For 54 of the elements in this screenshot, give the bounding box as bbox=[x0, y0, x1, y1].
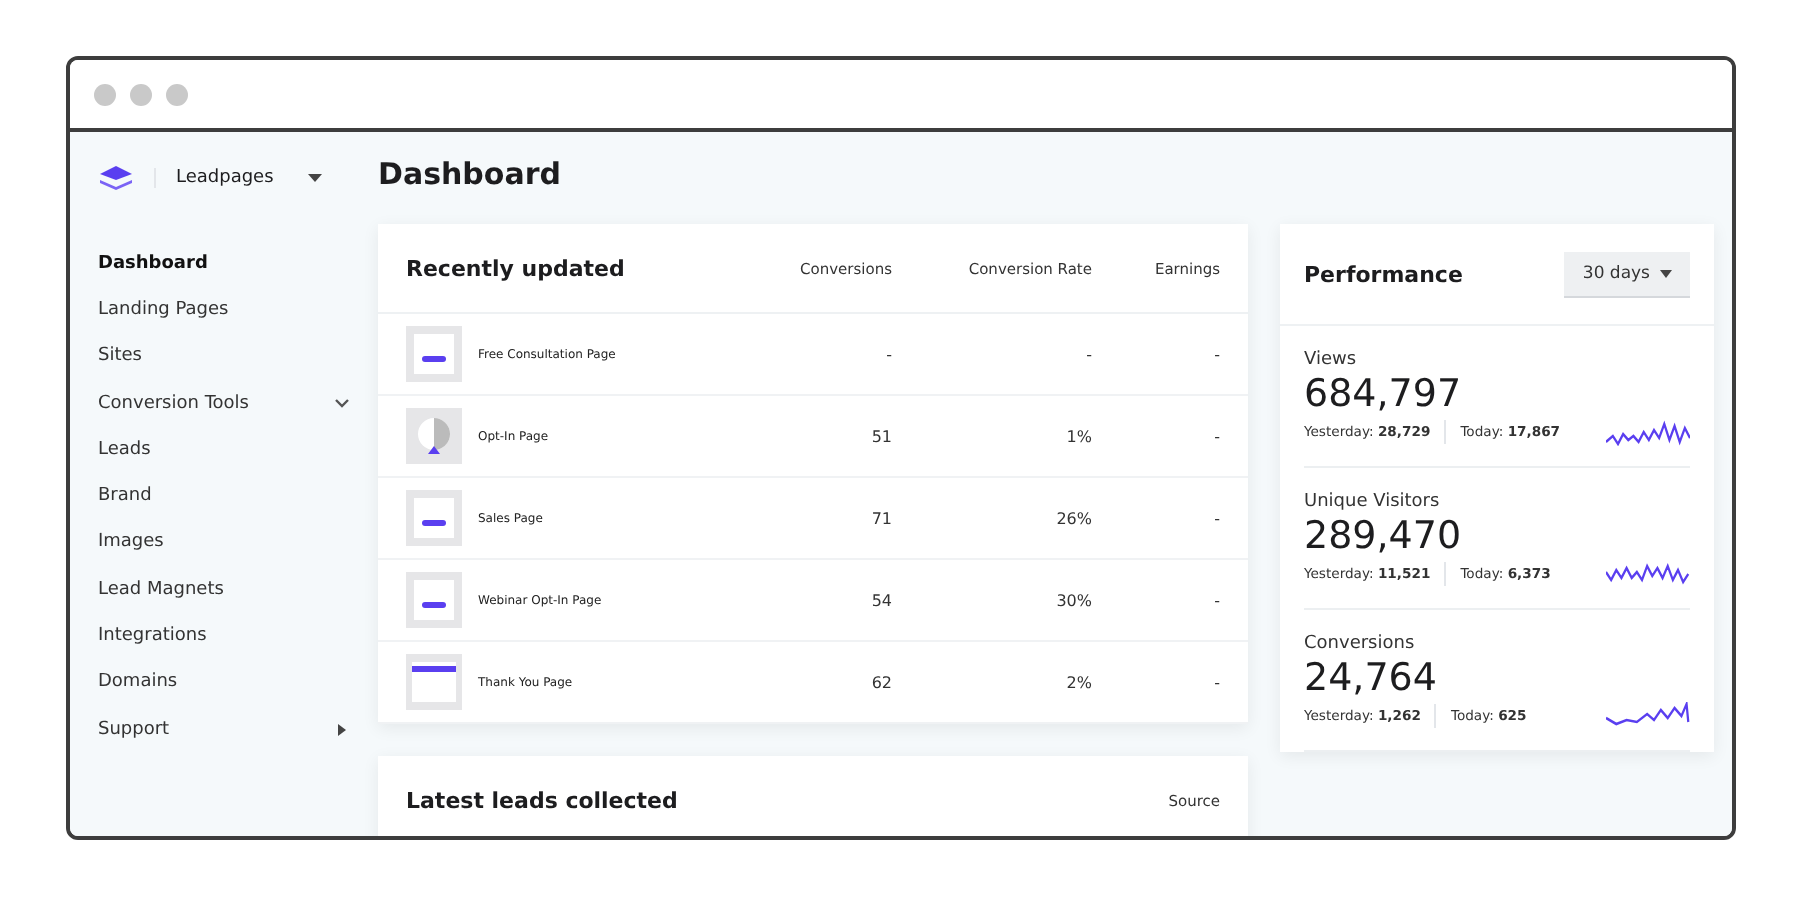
nav-item[interactable]: Conversion Tools bbox=[98, 379, 350, 427]
page-thumbnail-icon bbox=[414, 414, 454, 458]
card-title: Recently updated bbox=[406, 255, 627, 281]
table-cell-text: - bbox=[1212, 673, 1220, 691]
sparkline-drawing bbox=[1606, 702, 1690, 730]
table-cell-text: 51 bbox=[869, 427, 892, 445]
card-title: Latest leads collected bbox=[406, 787, 678, 813]
table-cell-text: 71 bbox=[869, 509, 892, 527]
nav-item[interactable]: Brand bbox=[98, 472, 350, 520]
page-thumbnail-icon bbox=[412, 662, 456, 702]
table-cell-text: 2% bbox=[1064, 673, 1092, 691]
nav-item[interactable]: Support bbox=[98, 705, 350, 753]
table-cell-text: - bbox=[1212, 427, 1220, 445]
nav-item[interactable]: Leads bbox=[98, 426, 350, 473]
caret-icon[interactable] bbox=[308, 174, 322, 182]
metric-value: 684,797 bbox=[1304, 370, 1464, 418]
page-thumbnail-icon bbox=[414, 334, 454, 374]
table-cell-text: - bbox=[1212, 591, 1220, 609]
page-thumbnail-icon bbox=[414, 498, 454, 538]
table-cell-text: - bbox=[1084, 345, 1092, 363]
metric-value: 289,470 bbox=[1304, 512, 1464, 560]
nav-item[interactable]: Landing Pages bbox=[98, 286, 350, 334]
chevron-down-icon bbox=[334, 398, 350, 409]
table-cell-text: - bbox=[1212, 509, 1220, 527]
window-dot bbox=[130, 83, 152, 105]
table-cell-text: 26% bbox=[1054, 509, 1092, 527]
table-cell-text: - bbox=[884, 345, 892, 363]
nav-item[interactable]: Integrations bbox=[98, 612, 350, 660]
card-title: Performance bbox=[1304, 261, 1463, 287]
nav-item[interactable]: Images bbox=[98, 519, 350, 567]
nav-item[interactable]: Dashboard bbox=[98, 240, 350, 287]
table-cell-text: 62 bbox=[869, 673, 892, 691]
metric-label: Conversions bbox=[1304, 634, 1417, 654]
workspace-name[interactable]: Leadpages bbox=[154, 168, 308, 188]
metric-value: 24,764 bbox=[1304, 654, 1439, 702]
page-thumbnail-icon bbox=[414, 580, 454, 620]
nav-item[interactable]: Domains bbox=[98, 659, 350, 706]
window-dot bbox=[94, 83, 116, 105]
table-cell-text: 30% bbox=[1054, 591, 1092, 609]
layers-logo-icon bbox=[98, 162, 134, 194]
table-cell-text: - bbox=[1212, 345, 1220, 363]
table-cell-text: 1% bbox=[1064, 427, 1092, 445]
table-cell-text: 54 bbox=[869, 591, 892, 609]
range-dropdown[interactable]: 30 days bbox=[1564, 251, 1690, 297]
metric-label: Views bbox=[1304, 350, 1359, 370]
metric-label: Unique Visitors bbox=[1304, 492, 1442, 512]
caret-icon bbox=[1660, 269, 1672, 277]
sparkline-drawing bbox=[1606, 418, 1690, 446]
nav-item[interactable]: Sites bbox=[98, 333, 350, 380]
caret-right-icon bbox=[338, 723, 346, 736]
sparkline-drawing bbox=[1606, 560, 1690, 588]
nav-item[interactable]: Lead Magnets bbox=[98, 566, 350, 613]
page-title: Dashboard bbox=[378, 154, 563, 196]
window-dot bbox=[166, 83, 188, 105]
